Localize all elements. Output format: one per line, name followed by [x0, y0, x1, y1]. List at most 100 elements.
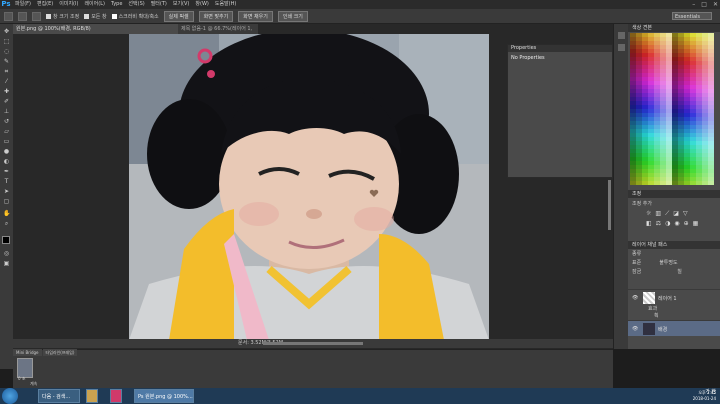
fit-screen-button[interactable]: 화면 맞추기 — [198, 10, 234, 22]
history-icon[interactable] — [618, 32, 625, 39]
marquee-tool-icon[interactable]: ⬚ — [3, 38, 10, 45]
type-tool-icon[interactable]: T — [3, 178, 10, 185]
zoom-all-checkbox[interactable]: 모든 창 — [84, 13, 107, 20]
print-size-button[interactable]: 인쇄 크기 — [277, 10, 308, 22]
properties-content: No Properties — [511, 55, 545, 61]
zoom-tool-icon[interactable]: ⌕ — [3, 220, 10, 227]
menu-select[interactable]: 선택(S) — [125, 0, 147, 9]
menu-layer[interactable]: 레이어(L) — [81, 0, 108, 9]
tab-timeline[interactable]: 타임라인(프레임) — [42, 349, 78, 356]
screen-mode-icon[interactable]: ▣ — [3, 260, 10, 267]
photo-filter-icon[interactable]: ◉ — [674, 220, 679, 227]
tab-mini-bridge[interactable]: Mini Bridge — [13, 349, 42, 356]
adjustments-label: 조정 추가 — [632, 201, 652, 207]
menu-help[interactable]: 도움말(H) — [212, 0, 239, 9]
stamp-tool-icon[interactable]: ⊥ — [3, 108, 10, 115]
opacity-label[interactable]: 불투명도 — [659, 260, 677, 266]
vertical-scrollbar[interactable] — [608, 180, 611, 230]
curves-icon[interactable]: ⟋ — [665, 210, 669, 218]
bw-icon[interactable]: ◑ — [665, 220, 670, 227]
scrubby-zoom-checkbox[interactable]: 스크러비 확대/축소 — [111, 13, 159, 20]
menu-image[interactable]: 이미지(I) — [56, 0, 81, 9]
pen-tool-icon[interactable]: ✒ — [3, 168, 10, 175]
blend-mode-select[interactable]: 표준 — [632, 260, 641, 266]
layer-kind-filter[interactable]: 종류 — [632, 251, 641, 257]
blur-tool-icon[interactable]: ● — [3, 148, 10, 155]
move-tool-icon[interactable]: ✥ — [3, 28, 10, 35]
frame-delay[interactable]: 0 초 — [18, 376, 26, 382]
menu-filter[interactable]: 필터(T) — [148, 0, 170, 9]
document-tab-inactive[interactable]: 제목 없음-1 @ 66.7%(레이어 1, RGB/8) — [178, 24, 258, 42]
vibrance-icon[interactable]: ▽ — [683, 210, 688, 218]
frame-thumbnail[interactable] — [17, 358, 33, 378]
checkbox-box[interactable] — [46, 13, 51, 19]
photoshop-logo: Ps — [1, 0, 11, 8]
path-select-tool-icon[interactable]: ➤ — [3, 188, 10, 195]
document-tab-active[interactable]: 원본.png @ 100%(배경, RGB/8) — [13, 24, 178, 34]
horizontal-scrollbar[interactable] — [263, 342, 363, 345]
color-swatch[interactable] — [708, 181, 714, 185]
minimize-button[interactable]: – — [692, 0, 695, 9]
folder-icon[interactable] — [86, 389, 98, 403]
lookup-icon[interactable]: ▦ — [693, 220, 699, 227]
image-canvas[interactable] — [129, 34, 489, 340]
loop-select[interactable]: 계속 — [30, 381, 37, 387]
menu-view[interactable]: 보기(V) — [170, 0, 193, 9]
close-button[interactable]: ✕ — [713, 0, 718, 9]
hue-icon[interactable]: ◧ — [646, 220, 652, 227]
quick-mask-icon[interactable]: ◎ — [3, 250, 10, 257]
hand-tool-icon[interactable]: ✋ — [3, 210, 10, 217]
adjustments-title[interactable]: 조정 — [628, 190, 720, 198]
balance-icon[interactable]: ⚖ — [656, 220, 661, 227]
clock[interactable]: 오후 2:45 2018-01-24 — [693, 390, 716, 402]
brightness-icon[interactable]: ☼ — [646, 210, 651, 218]
fill-label[interactable]: 칠 — [677, 269, 682, 275]
history-brush-icon[interactable]: ↺ — [3, 118, 10, 125]
indesign-icon[interactable] — [110, 389, 122, 403]
properties-icon[interactable] — [618, 44, 625, 51]
zoom-in-icon[interactable] — [18, 11, 27, 21]
eraser-tool-icon[interactable]: ▱ — [3, 128, 10, 135]
layer-name: 레이어 1 — [658, 296, 677, 302]
menu-edit[interactable]: 편집(E) — [34, 0, 56, 9]
visibility-eye-icon[interactable]: 👁 — [632, 295, 638, 301]
eyedropper-tool-icon[interactable]: ⁄ — [3, 78, 10, 85]
actual-pixels-button[interactable]: 실제 픽셀 — [163, 10, 194, 22]
lasso-tool-icon[interactable]: ◌ — [3, 48, 10, 55]
taskbar-app-photoshop[interactable]: Ps 원본.png @ 100%... — [134, 389, 194, 403]
start-button[interactable] — [2, 388, 18, 404]
zoom-out-icon[interactable] — [32, 11, 41, 21]
swatches-title[interactable]: 색상 견본 — [628, 24, 720, 32]
shape-tool-icon[interactable]: ▢ — [3, 198, 10, 205]
foreground-color-swatch[interactable] — [2, 236, 10, 244]
mixer-icon[interactable]: ⊕ — [684, 220, 689, 227]
maximize-button[interactable]: □ — [701, 0, 707, 9]
checkbox-box[interactable] — [84, 13, 90, 19]
properties-title[interactable]: Properties — [508, 45, 612, 52]
brush-tool-icon[interactable]: ✐ — [3, 98, 10, 105]
dodge-tool-icon[interactable]: ◐ — [3, 158, 10, 165]
bottom-panel-tabs: Mini Bridge 타임라인(프레임) — [13, 349, 78, 356]
menu-window[interactable]: 창(W) — [192, 0, 211, 9]
layer-item[interactable]: 👁 레이어 1 — [628, 289, 720, 305]
zoom-tool-icon[interactable] — [4, 11, 13, 21]
stroke-label: 획 — [654, 313, 659, 319]
levels-icon[interactable]: ▥ — [655, 210, 661, 218]
taskbar-app-browser[interactable]: 다음 - 검색... — [38, 389, 80, 403]
visibility-eye-icon[interactable]: 👁 — [632, 326, 638, 332]
resize-windows-checkbox[interactable]: 창 크기 조정 — [46, 13, 79, 20]
fill-screen-button[interactable]: 화면 채우기 — [238, 10, 273, 22]
crop-tool-icon[interactable]: ⌗ — [3, 68, 10, 75]
healing-tool-icon[interactable]: ✚ — [3, 88, 10, 95]
menu-type[interactable]: Type — [108, 0, 125, 9]
gradient-tool-icon[interactable]: ▭ — [3, 138, 10, 145]
layer-filter-row[interactable]: 종류 — [628, 250, 720, 258]
workspace-select[interactable]: Essentials — [672, 12, 712, 20]
swatches-grid[interactable] — [630, 33, 714, 185]
checkbox-box-checked[interactable] — [111, 13, 117, 19]
quick-select-tool-icon[interactable]: ✎ — [3, 58, 10, 65]
exposure-icon[interactable]: ◪ — [673, 210, 679, 218]
layers-tabs[interactable]: 레이어 채널 패스 — [628, 241, 720, 249]
menu-file[interactable]: 파일(F) — [12, 0, 34, 9]
layer-item-selected[interactable]: 👁 배경 — [628, 320, 720, 336]
